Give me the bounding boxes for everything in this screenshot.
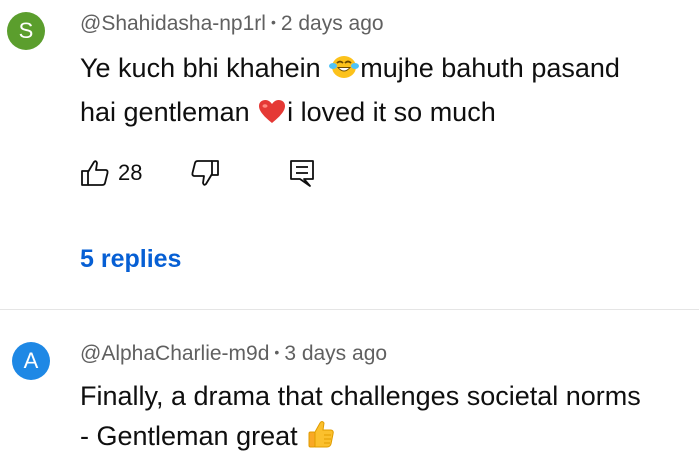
comment-text-part: - Gentleman great bbox=[80, 421, 306, 451]
thumbs-down-icon bbox=[190, 158, 220, 188]
comment-time[interactable]: 2 days ago bbox=[281, 12, 384, 35]
comment-text-part: hai gentleman bbox=[80, 97, 258, 127]
laughing-tears-emoji bbox=[329, 52, 360, 92]
comment-meta: @AlphaCharlie-m9d • 3 days ago bbox=[80, 342, 387, 366]
comment-text-part: Ye kuch bhi khahein bbox=[80, 53, 329, 83]
thumbs-up-icon bbox=[80, 158, 110, 188]
like-button[interactable]: 28 bbox=[80, 158, 142, 188]
meta-separator: • bbox=[274, 344, 280, 360]
avatar[interactable]: A bbox=[12, 342, 50, 380]
replies-toggle[interactable]: 5 replies bbox=[80, 245, 181, 274]
reply-button[interactable] bbox=[288, 158, 316, 188]
comment-reply-icon bbox=[288, 158, 316, 188]
comment-text: Finally, a drama that challenges societa… bbox=[80, 376, 641, 460]
red-heart-emoji bbox=[258, 96, 286, 136]
avatar[interactable]: S bbox=[7, 12, 45, 50]
thumbs-up-emoji bbox=[306, 419, 336, 460]
like-count: 28 bbox=[118, 160, 143, 185]
comment-text-line-1: Ye kuch bhi khahein mujhe bahuth pasand bbox=[80, 48, 620, 92]
comment-divider bbox=[0, 309, 699, 310]
comment-text-line-2: hai gentleman i loved it so much bbox=[80, 92, 620, 136]
comment-text: Ye kuch bhi khahein mujhe bahuth pasand … bbox=[80, 48, 620, 136]
meta-separator: • bbox=[270, 14, 276, 30]
dislike-button[interactable] bbox=[190, 158, 220, 188]
comment-time[interactable]: 3 days ago bbox=[284, 342, 387, 365]
comment-meta: @Shahidasha-np1rl • 2 days ago bbox=[80, 12, 384, 36]
comment-text-part: i loved it so much bbox=[287, 97, 496, 127]
author-handle[interactable]: @Shahidasha-np1rl bbox=[80, 12, 266, 35]
comment-text-line-1: Finally, a drama that challenges societa… bbox=[80, 381, 641, 411]
author-handle[interactable]: @AlphaCharlie-m9d bbox=[80, 342, 269, 365]
comment-text-part: mujhe bahuth pasand bbox=[360, 53, 620, 83]
comment-text-line-2: - Gentleman great bbox=[80, 416, 641, 460]
